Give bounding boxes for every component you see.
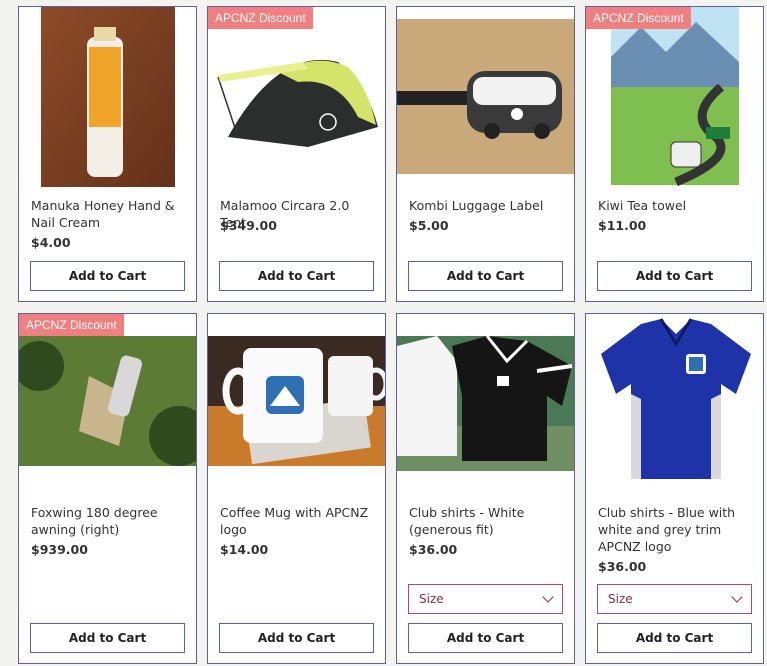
product-price: $939.00 [31, 542, 88, 557]
size-select[interactable]: Size [597, 584, 752, 614]
product-price: $11.00 [598, 218, 647, 233]
product-card: Club shirts - Blue with white and grey t… [585, 313, 764, 664]
product-card: Manuka Honey Hand & Nail Cream $4.00 Add… [18, 6, 197, 302]
product-image[interactable] [208, 7, 385, 187]
product-price: $349.00 [220, 218, 277, 233]
product-image[interactable] [586, 314, 763, 494]
product-image[interactable] [208, 336, 385, 466]
product-card: APCNZ Discount Foxwing 180 degree awning… [18, 313, 197, 664]
product-image[interactable] [19, 336, 196, 466]
add-to-cart-button[interactable]: Add to Cart [597, 261, 752, 291]
product-title[interactable]: Kombi Luggage Label [409, 197, 564, 214]
chevron-down-icon [542, 591, 554, 603]
product-price: $14.00 [220, 542, 269, 557]
add-to-cart-button[interactable]: Add to Cart [597, 623, 752, 653]
product-title[interactable]: Club shirts - White (generous fit) [409, 504, 564, 538]
chevron-down-icon [731, 591, 743, 603]
size-select[interactable]: Size [408, 584, 563, 614]
discount-badge: APCNZ Discount [19, 314, 124, 336]
product-title[interactable]: Manuka Honey Hand & Nail Cream [31, 197, 186, 231]
product-price: $5.00 [409, 218, 449, 233]
product-card: APCNZ Discount Malamoo Circara 2.0 Tent … [207, 6, 386, 302]
product-title[interactable]: Coffee Mug with APCNZ logo [220, 504, 375, 538]
add-to-cart-button[interactable]: Add to Cart [219, 623, 374, 653]
product-title[interactable]: Club shirts - Blue with white and grey t… [598, 504, 753, 555]
product-image[interactable] [586, 7, 763, 187]
size-select-label: Size [608, 592, 633, 606]
product-price: $36.00 [598, 559, 647, 574]
product-title[interactable]: Foxwing 180 degree awning (right) [31, 504, 186, 538]
size-select-label: Size [419, 592, 444, 606]
product-image[interactable] [397, 336, 574, 471]
add-to-cart-button[interactable]: Add to Cart [408, 623, 563, 653]
add-to-cart-button[interactable]: Add to Cart [219, 261, 374, 291]
add-to-cart-button[interactable]: Add to Cart [408, 261, 563, 291]
discount-badge: APCNZ Discount [586, 7, 691, 29]
product-price: $36.00 [409, 542, 458, 557]
add-to-cart-button[interactable]: Add to Cart [30, 623, 185, 653]
product-card: Kombi Luggage Label $5.00 Add to Cart [396, 6, 575, 302]
product-grid: Manuka Honey Hand & Nail Cream $4.00 Add… [0, 0, 767, 666]
product-card: APCNZ Discount Kiwi Tea towel $11.00 Add… [585, 6, 764, 302]
product-image[interactable] [19, 7, 196, 187]
product-image[interactable] [397, 19, 574, 174]
product-price: $4.00 [31, 235, 71, 250]
product-title[interactable]: Kiwi Tea towel [598, 197, 753, 214]
discount-badge: APCNZ Discount [208, 7, 313, 29]
product-card: Club shirts - White (generous fit) $36.0… [396, 313, 575, 664]
product-card: Coffee Mug with APCNZ logo $14.00 Add to… [207, 313, 386, 664]
add-to-cart-button[interactable]: Add to Cart [30, 261, 185, 291]
